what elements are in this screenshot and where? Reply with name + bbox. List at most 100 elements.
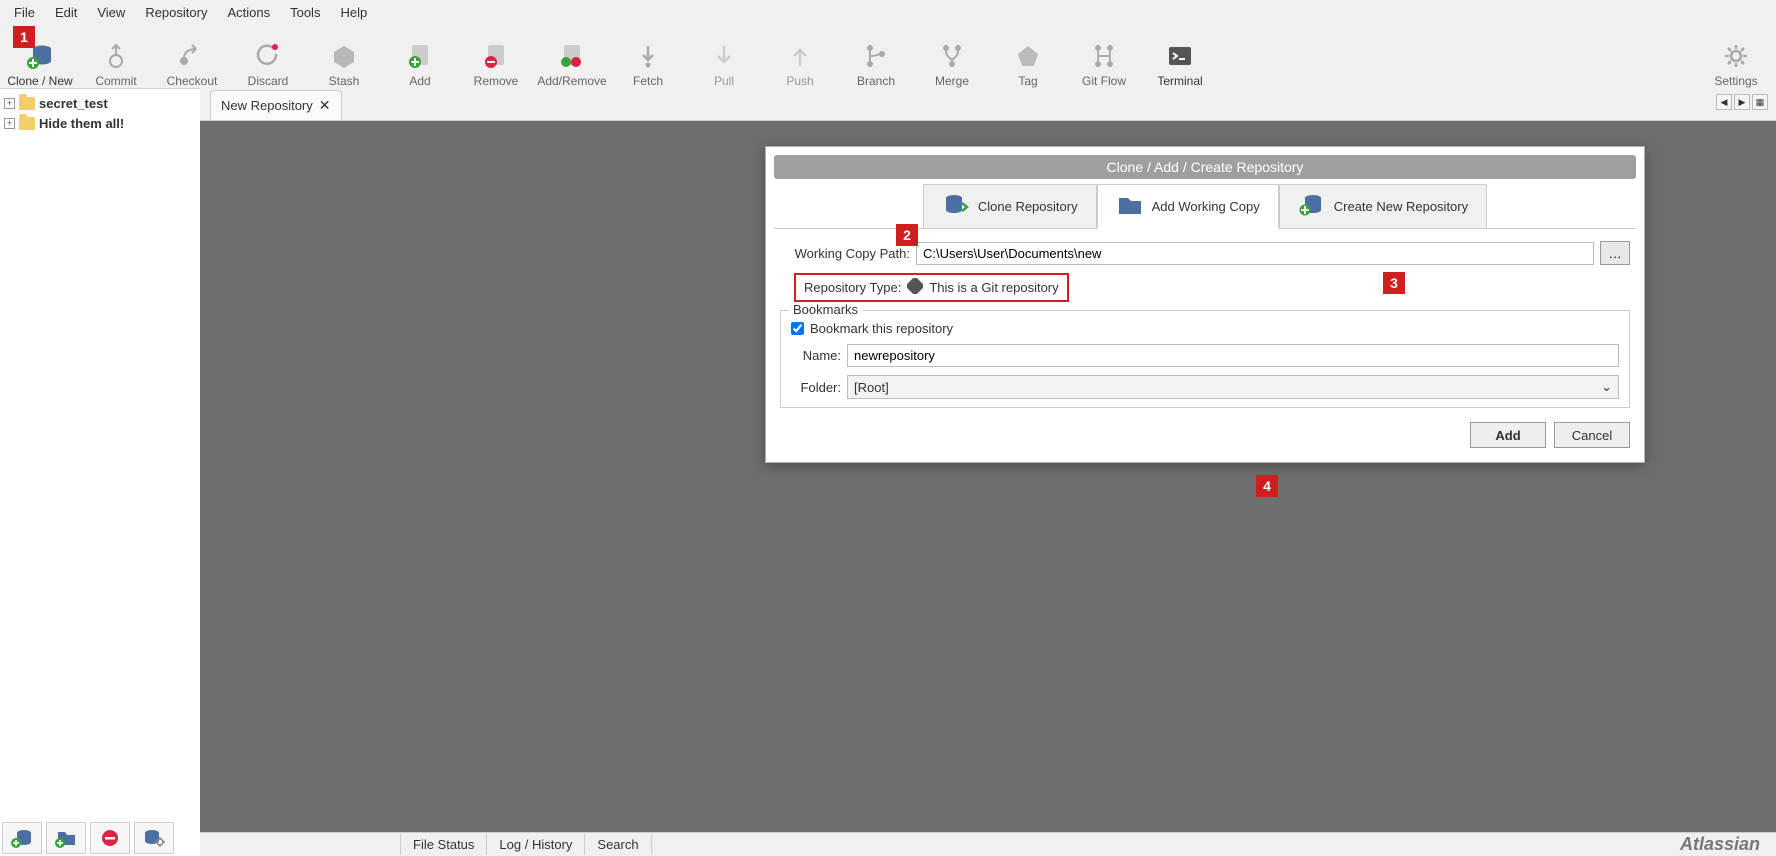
status-tab-file[interactable]: File Status <box>400 834 487 855</box>
toolbar-commit[interactable]: Commit <box>84 30 148 88</box>
toolbar-label: Branch <box>857 74 895 88</box>
dialog-tab-label: Add Working Copy <box>1152 199 1260 214</box>
folder-select[interactable]: [Root] ⌄ <box>847 375 1619 399</box>
toolbar-addremove[interactable]: Add/Remove <box>540 30 604 88</box>
folder-add-icon <box>1116 193 1144 220</box>
toolbar-push[interactable]: Push <box>768 30 832 88</box>
clone-add-create-dialog: Clone / Add / Create Repository Clone Re… <box>765 146 1645 463</box>
discard-icon <box>254 42 282 70</box>
menu-repository[interactable]: Repository <box>135 3 217 22</box>
menu-help[interactable]: Help <box>330 3 377 22</box>
toolbar-terminal[interactable]: Terminal <box>1148 30 1212 88</box>
toolbar-label: Tag <box>1018 74 1037 88</box>
browse-button[interactable]: … <box>1600 241 1630 265</box>
tree-item[interactable]: + secret_test <box>4 93 196 113</box>
database-clone-icon <box>942 193 970 220</box>
menu-actions[interactable]: Actions <box>217 3 280 22</box>
sidebar-add-repo-button[interactable] <box>2 822 42 854</box>
tag-icon <box>1014 42 1042 70</box>
toolbar-stash[interactable]: Stash <box>312 30 376 88</box>
repository-sidebar: + secret_test + Hide them all! <box>0 88 200 856</box>
fetch-icon <box>634 42 662 70</box>
remove-icon <box>482 42 510 70</box>
name-input[interactable] <box>847 344 1619 367</box>
toolbar-settings[interactable]: Settings <box>1704 30 1768 88</box>
document-tab[interactable]: New Repository ✕ <box>210 90 342 120</box>
status-tab-search[interactable]: Search <box>585 834 651 855</box>
toolbar-label: Add <box>409 74 430 88</box>
toolbar-checkout[interactable]: Checkout <box>160 30 224 88</box>
toolbar-remove[interactable]: Remove <box>464 30 528 88</box>
bookmarks-fieldset: Bookmarks Bookmark this repository Name:… <box>780 310 1630 408</box>
working-copy-path-input[interactable] <box>916 242 1594 265</box>
sidebar-settings-button[interactable] <box>134 822 174 854</box>
expand-icon[interactable]: + <box>4 118 15 129</box>
tabstrip-next-button[interactable]: ▶ <box>1734 94 1750 110</box>
bookmark-checkbox-input[interactable] <box>791 322 804 335</box>
toolbar: Clone / New Commit Checkout Discard Stas… <box>0 24 1776 88</box>
sidebar-remove-button[interactable] <box>90 822 130 854</box>
toolbar-label: Terminal <box>1157 74 1202 88</box>
status-bar: File Status Log / History Search Atlassi… <box>200 832 1776 856</box>
menu-view[interactable]: View <box>87 3 135 22</box>
checkout-icon <box>178 42 206 70</box>
toolbar-merge[interactable]: Merge <box>920 30 984 88</box>
push-icon <box>786 42 814 70</box>
dialog-tab-add[interactable]: Add Working Copy <box>1097 184 1279 229</box>
add-button[interactable]: Add <box>1470 422 1546 448</box>
pull-icon <box>710 42 738 70</box>
git-icon <box>907 278 923 297</box>
brand-label: Atlassian <box>1680 834 1776 855</box>
addremove-icon <box>558 42 586 70</box>
toolbar-label: Discard <box>248 74 289 88</box>
toolbar-add[interactable]: Add <box>388 30 452 88</box>
merge-icon <box>938 42 966 70</box>
bookmark-checkbox[interactable]: Bookmark this repository <box>791 321 1619 336</box>
stash-icon <box>330 42 358 70</box>
tabstrip-menu-button[interactable]: ▦ <box>1752 94 1768 110</box>
status-tab-log[interactable]: Log / History <box>487 834 585 855</box>
toolbar-label: Pull <box>714 74 734 88</box>
menu-tools[interactable]: Tools <box>280 3 330 22</box>
toolbar-gitflow[interactable]: Git Flow <box>1072 30 1136 88</box>
main-area: New Repository ✕ ◀ ▶ ▦ Clone / Add / Cre… <box>200 88 1776 856</box>
toolbar-discard[interactable]: Discard <box>236 30 300 88</box>
menu-file[interactable]: File <box>4 3 45 22</box>
dialog-tab-clone[interactable]: Clone Repository <box>923 184 1097 229</box>
callout-4: 4 <box>1256 475 1278 497</box>
toolbar-label: Merge <box>935 74 969 88</box>
folder-icon <box>19 97 35 110</box>
close-icon[interactable]: ✕ <box>319 97 331 114</box>
gitflow-icon <box>1090 42 1118 70</box>
dialog-tab-create[interactable]: Create New Repository <box>1279 184 1487 229</box>
toolbar-branch[interactable]: Branch <box>844 30 908 88</box>
toolbar-label: Stash <box>329 74 360 88</box>
branch-icon <box>862 42 890 70</box>
callout-3: 3 <box>1383 272 1405 294</box>
toolbar-fetch[interactable]: Fetch <box>616 30 680 88</box>
toolbar-pull[interactable]: Pull <box>692 30 756 88</box>
cancel-button[interactable]: Cancel <box>1554 422 1630 448</box>
folder-label: Folder: <box>791 380 841 395</box>
toolbar-label: Add/Remove <box>537 74 606 88</box>
toolbar-label: Push <box>786 74 813 88</box>
toolbar-label: Commit <box>95 74 136 88</box>
dialog-tab-label: Create New Repository <box>1334 199 1468 214</box>
repository-type-label: Repository Type: <box>804 280 901 295</box>
toolbar-label: Git Flow <box>1082 74 1126 88</box>
menu-edit[interactable]: Edit <box>45 3 87 22</box>
toolbar-label: Checkout <box>167 74 218 88</box>
tree-label: Hide them all! <box>39 116 124 131</box>
gear-icon <box>1722 42 1750 70</box>
tabstrip-prev-button[interactable]: ◀ <box>1716 94 1732 110</box>
toolbar-tag[interactable]: Tag <box>996 30 1060 88</box>
toolbar-label: Fetch <box>633 74 663 88</box>
expand-icon[interactable]: + <box>4 98 15 109</box>
toolbar-label: Clone / New <box>7 74 72 88</box>
tree-label: secret_test <box>39 96 108 111</box>
callout-1: 1 <box>13 26 35 48</box>
callout-2: 2 <box>896 224 918 246</box>
sidebar-add-folder-button[interactable] <box>46 822 86 854</box>
tree-item[interactable]: + Hide them all! <box>4 113 196 133</box>
repository-type-value: This is a Git repository <box>929 280 1058 295</box>
